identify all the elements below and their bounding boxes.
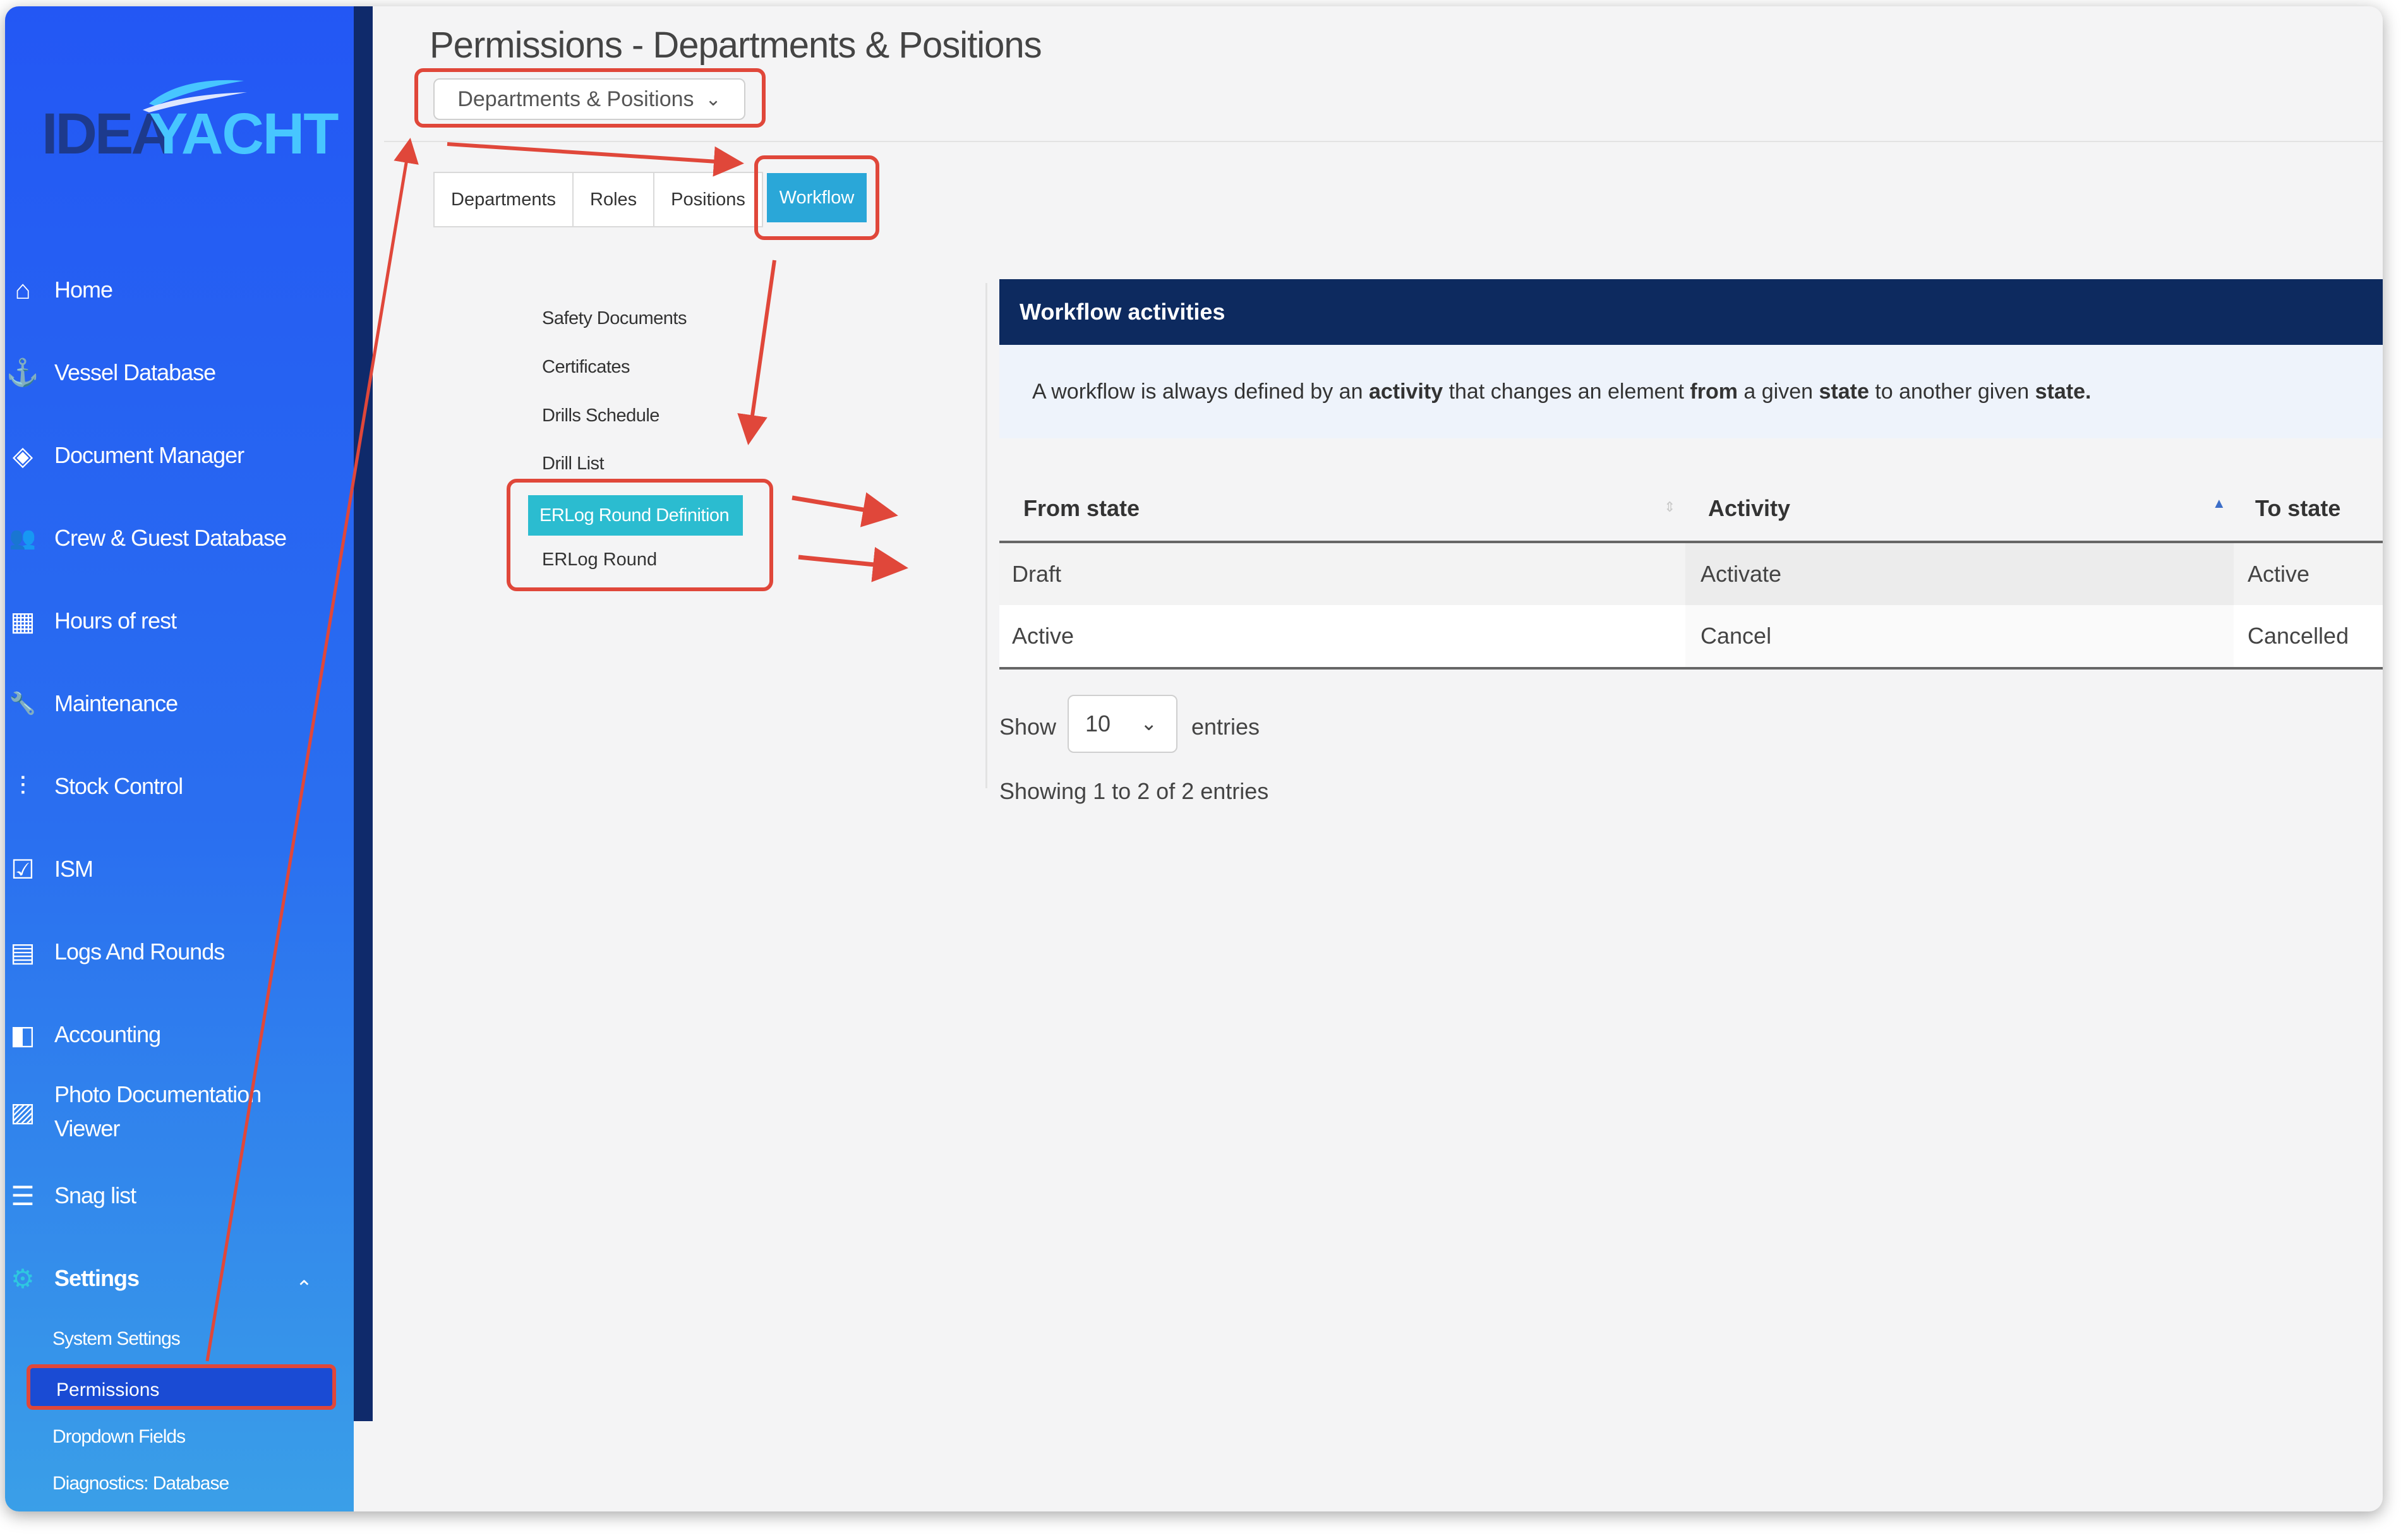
arrow-permissions-to-dropdown bbox=[205, 138, 419, 1362]
arrow-workflow-to-list bbox=[737, 260, 776, 445]
app-window: IDEA YACHT ⌂ Home ⚓ Vessel Database ◈ Do… bbox=[5, 6, 2383, 1511]
arrow-list-to-table-2 bbox=[798, 546, 908, 582]
annotation-arrows bbox=[205, 138, 908, 1362]
arrow-dropdown-to-workflow bbox=[447, 142, 744, 177]
arrow-list-to-table-1 bbox=[792, 492, 898, 527]
